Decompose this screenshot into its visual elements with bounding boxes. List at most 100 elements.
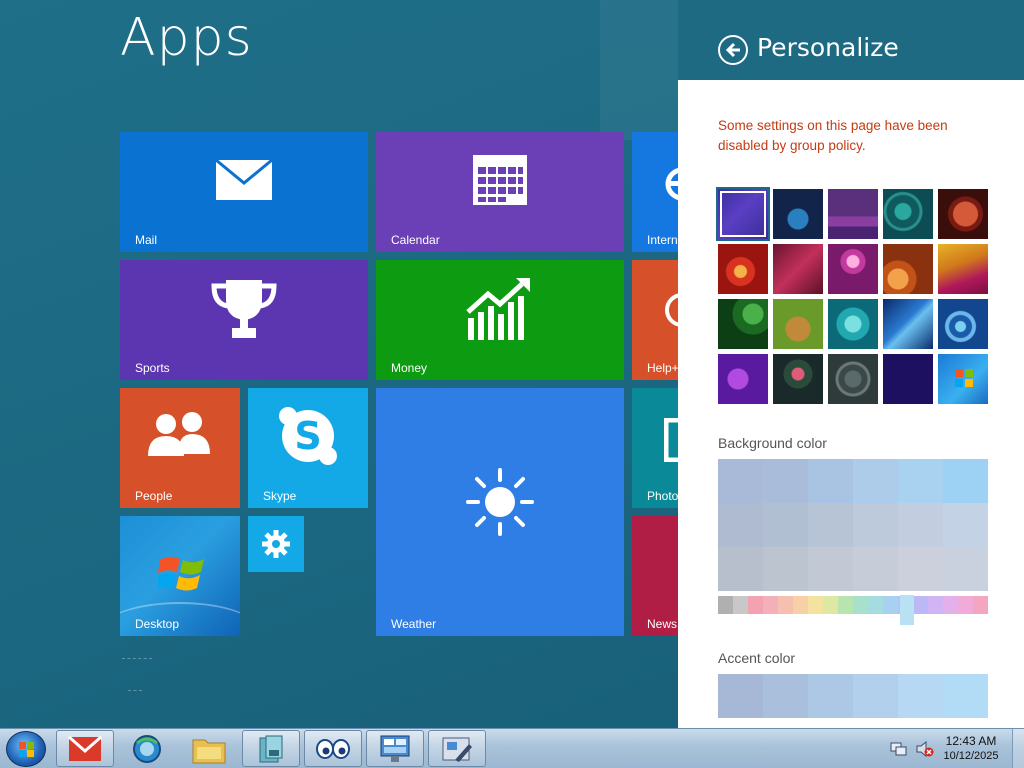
people-icon [148,410,212,458]
background-color-swatches [718,459,988,591]
tile-label: Sports [135,361,170,375]
clock-date[interactable]: 10/12/2025 [937,750,1005,762]
pattern-option[interactable] [828,299,878,349]
color-swatch[interactable] [808,503,853,547]
show-desktop-button[interactable] [1012,729,1024,768]
taskbar-eyes-button[interactable] [304,730,362,767]
taskbar-browser-button[interactable] [118,730,176,767]
pattern-option[interactable] [883,244,933,294]
pane-header: Personalize [678,0,1024,80]
start-button[interactable] [6,731,46,767]
tile-label: Help+ [647,361,679,375]
color-swatch[interactable] [943,547,988,591]
windows-logo-icon [954,368,974,392]
pattern-option[interactable] [718,354,768,404]
clock-time[interactable]: 12:43 AM [941,734,1001,748]
color-swatch[interactable] [718,674,763,718]
network-icon[interactable] [890,741,908,757]
color-swatch[interactable] [718,503,763,547]
tile-label: People [135,489,173,503]
pattern-option[interactable] [718,189,768,239]
color-swatch[interactable] [763,547,808,591]
color-swatch[interactable] [718,459,763,503]
pattern-option[interactable] [883,354,933,404]
svg-text:S: S [294,414,321,458]
accent-color-label: Accent color [718,650,796,666]
tile-skype[interactable]: S Skype [248,388,368,508]
pattern-option[interactable] [883,299,933,349]
taskbar-gmail-button[interactable] [56,730,114,767]
pattern-option[interactable] [828,189,878,239]
tile-people[interactable]: People [120,388,240,508]
pattern-option[interactable] [773,354,823,404]
group-policy-message: Some settings on this page have been dis… [718,118,948,153]
tile-sports[interactable]: Sports [120,260,368,380]
color-swatch[interactable] [853,503,898,547]
pattern-option[interactable] [773,299,823,349]
color-swatch[interactable] [943,459,988,503]
tile-label: Intern [647,233,678,247]
mail-icon [214,157,274,202]
color-swatch[interactable] [763,503,808,547]
sun-icon [466,468,534,536]
color-swatch[interactable] [808,547,853,591]
color-swatch[interactable] [763,674,808,718]
color-swatch[interactable] [853,459,898,503]
taskbar-settings-tools-button[interactable] [428,730,486,767]
tile-desktop[interactable]: Desktop [120,516,240,636]
windows-logo-icon [19,742,35,758]
color-swatch[interactable] [898,547,943,591]
tile-weather[interactable]: Weather [376,388,624,636]
color-swatch[interactable] [853,674,898,718]
pattern-option[interactable] [938,354,988,404]
tile-label: Mail [135,233,158,247]
hue-slider[interactable] [718,596,988,614]
tile-label: Photo [647,489,679,503]
hue-slider-thumb[interactable] [900,595,914,625]
tile-label: Money [391,361,428,375]
color-swatch[interactable] [943,674,988,718]
control-panel-icon [379,734,411,764]
pane-title: Personalize [757,33,899,62]
pattern-option[interactable] [718,244,768,294]
pattern-option[interactable] [938,299,988,349]
color-swatch[interactable] [808,674,853,718]
system-tray: 12:43 AM 10/12/2025 [880,729,1024,768]
pattern-option[interactable] [883,189,933,239]
color-swatch[interactable] [898,674,943,718]
stock-chart-icon [466,278,534,342]
color-swatch[interactable] [808,459,853,503]
tile-mail[interactable]: Mail [120,132,368,252]
taskbar-backup-button[interactable] [242,730,300,767]
back-button[interactable] [718,35,748,65]
trophy-icon [210,278,278,342]
tile-pc-settings[interactable] [248,516,304,572]
pattern-option[interactable] [938,189,988,239]
pattern-option[interactable] [773,244,823,294]
pattern-option[interactable] [828,354,878,404]
taskbar-control-panel-button[interactable] [366,730,424,767]
tile-money[interactable]: Money [376,260,624,380]
eyes-icon [315,738,351,760]
color-swatch[interactable] [853,547,898,591]
windows-logo-icon [158,552,206,596]
color-swatch[interactable] [898,503,943,547]
pattern-option[interactable] [938,244,988,294]
tile-label: News [647,617,678,631]
tile-label: Skype [263,489,297,503]
color-swatch[interactable] [943,503,988,547]
pattern-option[interactable] [828,244,878,294]
color-swatch[interactable] [718,547,763,591]
gmail-icon [68,735,102,762]
volume-muted-icon[interactable] [916,741,934,757]
tile-label: Desktop [135,617,180,631]
pattern-option[interactable] [773,189,823,239]
tile-label: Calendar [391,233,440,247]
tile-calendar[interactable]: Calendar [376,132,624,252]
taskbar-file-explorer-button[interactable] [180,730,238,767]
color-swatch[interactable] [763,459,808,503]
accent-color-swatches [718,674,988,718]
color-swatch[interactable] [898,459,943,503]
taskbar: 12:43 AM 10/12/2025 [0,728,1024,768]
pattern-option[interactable] [718,299,768,349]
